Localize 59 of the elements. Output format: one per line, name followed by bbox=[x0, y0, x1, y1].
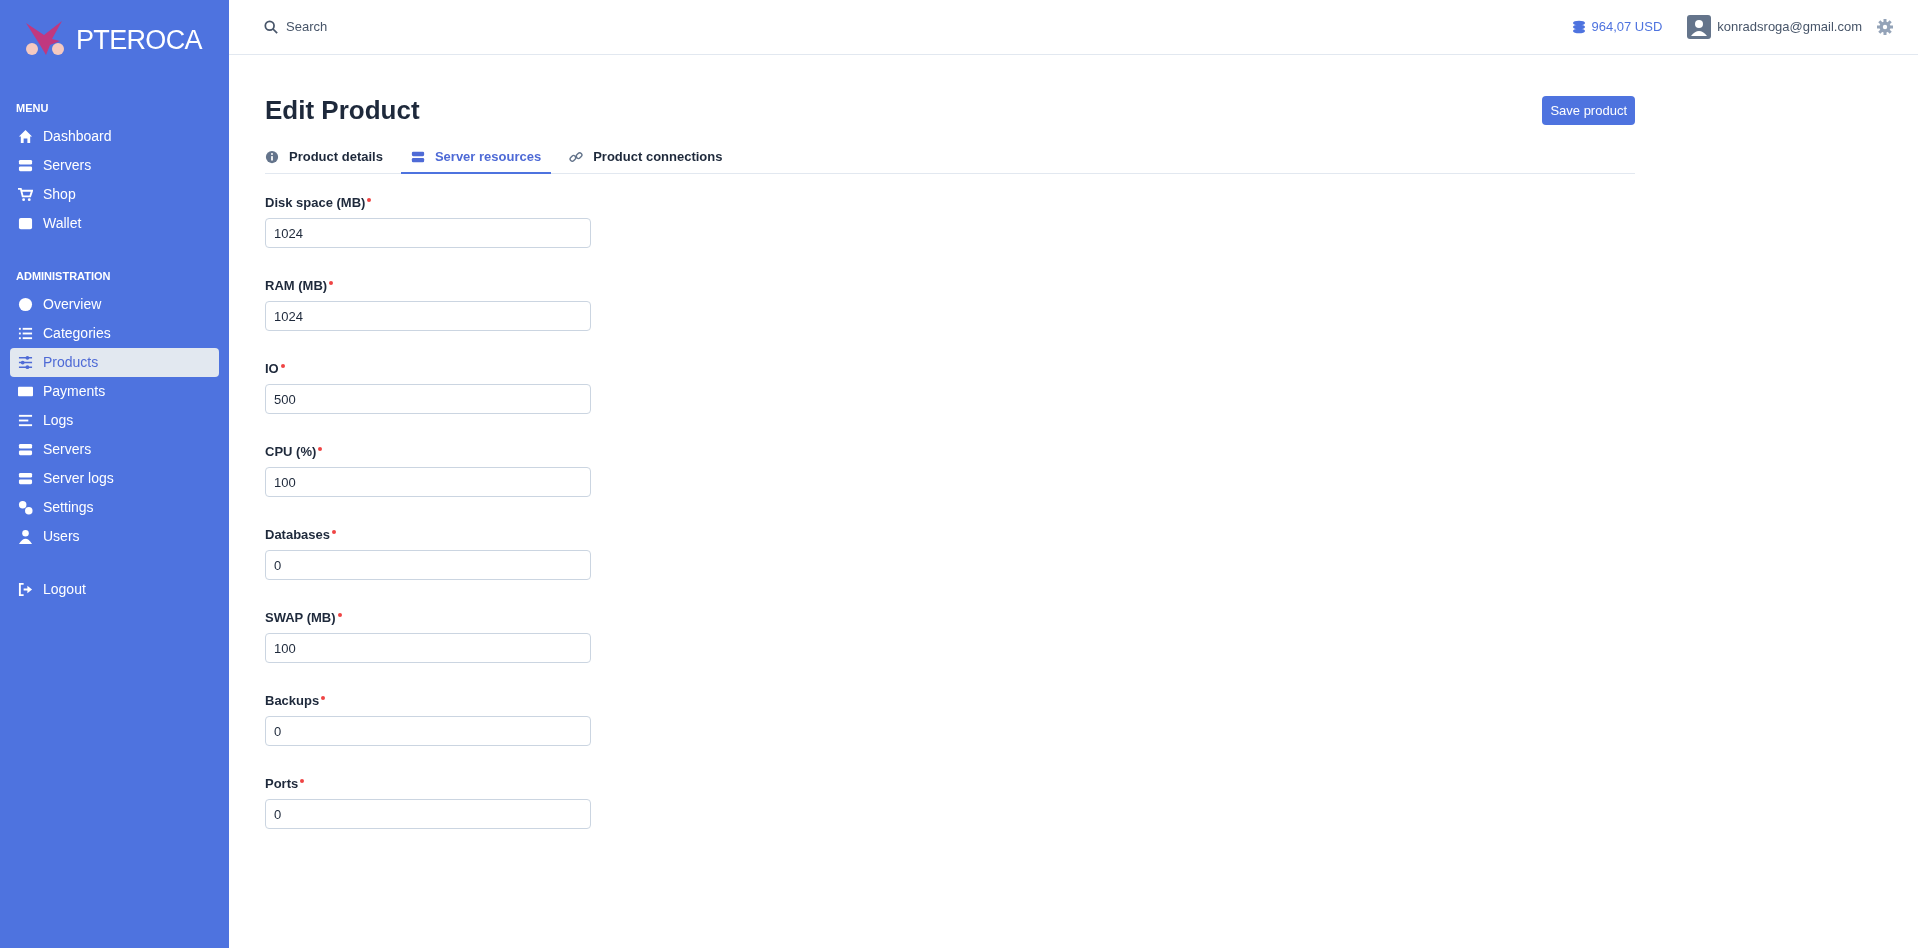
search-field[interactable]: Search bbox=[286, 17, 486, 37]
field-label: RAM (MB) bbox=[265, 277, 328, 295]
input-field[interactable]: 100 bbox=[265, 633, 591, 663]
field-label: Disk space (MB) bbox=[265, 194, 366, 212]
save-button[interactable]: Save product bbox=[1542, 96, 1635, 125]
input-field[interactable]: 500 bbox=[265, 384, 591, 414]
sidebar-item[interactable]: Servers bbox=[10, 435, 219, 464]
input-field[interactable]: 0 bbox=[265, 716, 591, 746]
sidebar-item[interactable]: Users bbox=[10, 522, 219, 551]
sidebar-item[interactable]: Logs bbox=[10, 406, 219, 435]
server-icon bbox=[410, 150, 425, 164]
user-email: konradsroga@gmail.com bbox=[1717, 18, 1862, 37]
field-label: Backups bbox=[265, 692, 320, 710]
field-label: Databases bbox=[265, 526, 331, 544]
settings-icon[interactable] bbox=[1877, 19, 1893, 35]
cart-icon bbox=[18, 187, 33, 202]
sidebar-item[interactable]: Shop bbox=[10, 180, 219, 209]
field-label: CPU (%) bbox=[265, 443, 317, 461]
balance-text[interactable]: 964,07 USD bbox=[1591, 17, 1663, 37]
input-field[interactable]: 1024 bbox=[265, 218, 591, 248]
input-field[interactable]: 0 bbox=[265, 799, 591, 829]
info-icon bbox=[265, 150, 279, 164]
server-icon bbox=[18, 442, 33, 457]
link-icon bbox=[569, 150, 584, 164]
coins-icon bbox=[1572, 20, 1587, 34]
server-icon bbox=[18, 471, 33, 486]
tab[interactable]: Product connections bbox=[559, 142, 733, 174]
logout-icon bbox=[18, 582, 33, 597]
input-field[interactable]: 0 bbox=[265, 550, 591, 580]
sidebar-item[interactable]: Wallet bbox=[10, 209, 219, 238]
sidebar-item[interactable]: Categories bbox=[10, 319, 219, 348]
home-icon bbox=[18, 129, 33, 144]
section-heading: MENU bbox=[16, 100, 49, 116]
logout-link[interactable]: Logout bbox=[10, 575, 219, 604]
search-icon bbox=[264, 20, 278, 34]
sidebar-item[interactable]: Products bbox=[10, 348, 219, 377]
section-heading: ADMINISTRATION bbox=[16, 268, 111, 284]
sliders-icon bbox=[18, 355, 33, 370]
field-label: IO bbox=[265, 360, 279, 378]
user-menu[interactable]: konradsroga@gmail.com bbox=[1687, 15, 1862, 39]
sidebar-item[interactable]: Payments bbox=[10, 377, 219, 406]
sidebar-item[interactable]: Overview bbox=[10, 290, 219, 319]
server-icon bbox=[18, 158, 33, 173]
input-field[interactable]: 1024 bbox=[265, 301, 591, 331]
list-icon bbox=[18, 326, 33, 341]
tab[interactable]: Server resources bbox=[400, 142, 552, 174]
sidebar-item[interactable]: Dashboard bbox=[10, 122, 219, 151]
sidebar-item[interactable]: Server logs bbox=[10, 464, 219, 493]
user-icon bbox=[18, 529, 33, 544]
logo-text: PTEROCA bbox=[76, 23, 202, 57]
sidebar-item[interactable]: Servers bbox=[10, 151, 219, 180]
field-label: SWAP (MB) bbox=[265, 609, 336, 627]
tab[interactable]: Product details bbox=[265, 142, 393, 174]
avatar-icon bbox=[1687, 15, 1712, 39]
sidebar-item[interactable]: Settings bbox=[10, 493, 219, 522]
lines-icon bbox=[18, 413, 33, 428]
page-title: Edit Product bbox=[265, 94, 420, 127]
field-label: Ports bbox=[265, 775, 299, 793]
input-field[interactable]: 100 bbox=[265, 467, 591, 497]
